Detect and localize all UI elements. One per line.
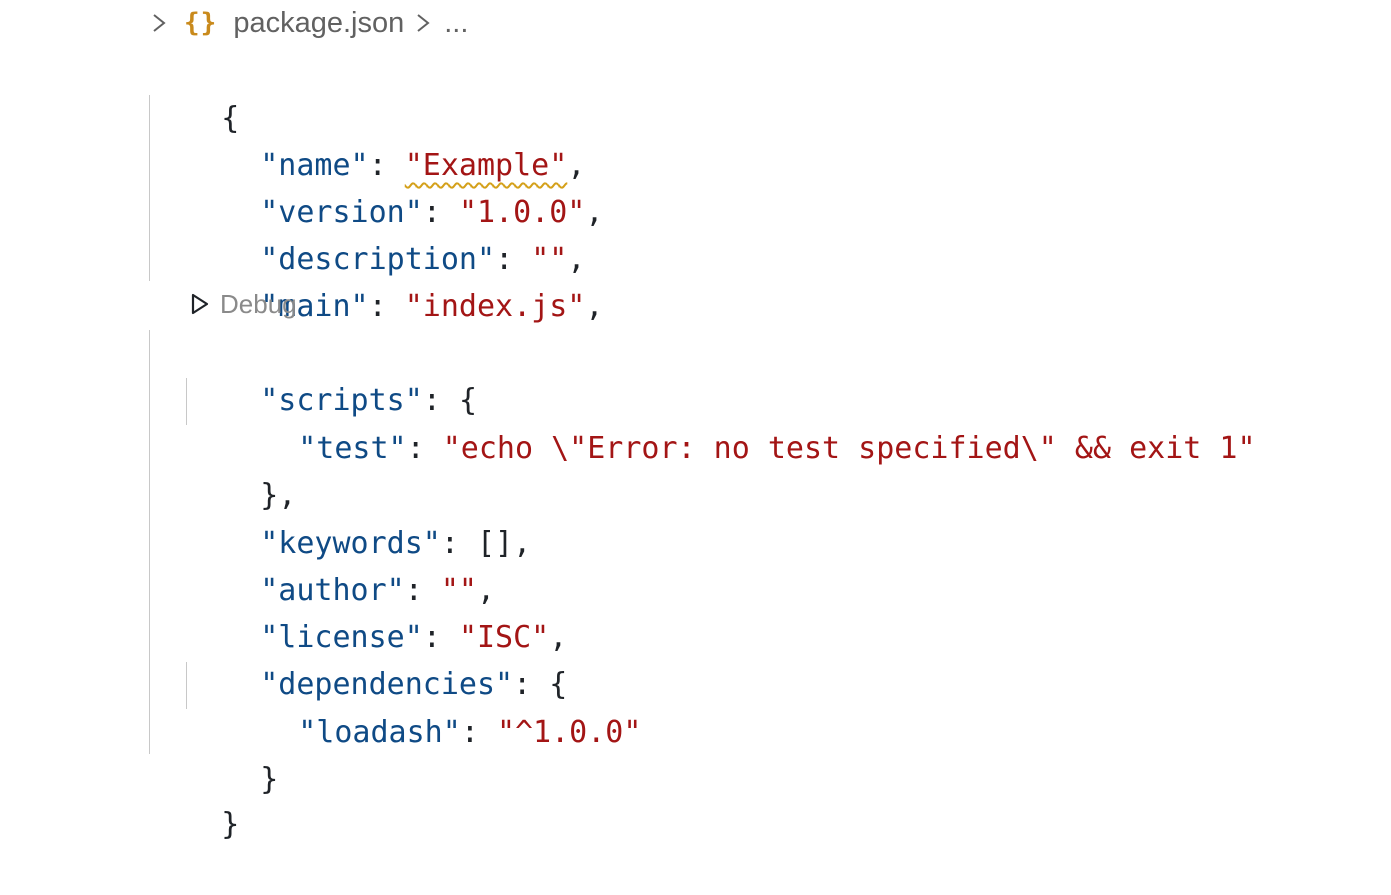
debug-label: Debug (220, 288, 297, 319)
code-line: "dependencies": { (260, 667, 568, 702)
code-line: "version": "1.0.0", (260, 195, 604, 230)
code-line: "name": "Example", (260, 148, 586, 183)
code-line: "keywords": [], (260, 526, 532, 561)
code-line: } (221, 807, 240, 842)
code-line: "license": "ISC", (260, 620, 568, 655)
code-line: "loadash": "^1.0.0" (298, 715, 642, 750)
play-outline-icon (191, 293, 209, 315)
indent-guide (149, 330, 150, 754)
debug-codelens[interactable]: Debug (190, 282, 297, 326)
code-line: }, (260, 478, 297, 513)
code-line: "author": "", (260, 573, 496, 608)
code-line: "scripts": { (260, 383, 477, 418)
json-string: "^1.0.0" (496, 715, 642, 750)
code-line: "test": "echo \"Error: no test specified… (298, 431, 1256, 466)
code-line: } (260, 762, 279, 797)
indent-guide (186, 662, 187, 709)
code-line: { (221, 101, 240, 136)
json-key: "loadash" (298, 715, 461, 750)
code-line: "description": "", (260, 242, 586, 277)
code-line: "main": "index.js", (260, 289, 604, 324)
json-key: "test" (298, 431, 407, 466)
json-string: "echo \"Error: no test specified\" && ex… (442, 431, 1256, 466)
indent-guide (186, 378, 187, 425)
json-string: "index.js" (404, 289, 586, 324)
code-editor[interactable]: { "name": "Example", "version": "1.0.0",… (0, 0, 1391, 842)
